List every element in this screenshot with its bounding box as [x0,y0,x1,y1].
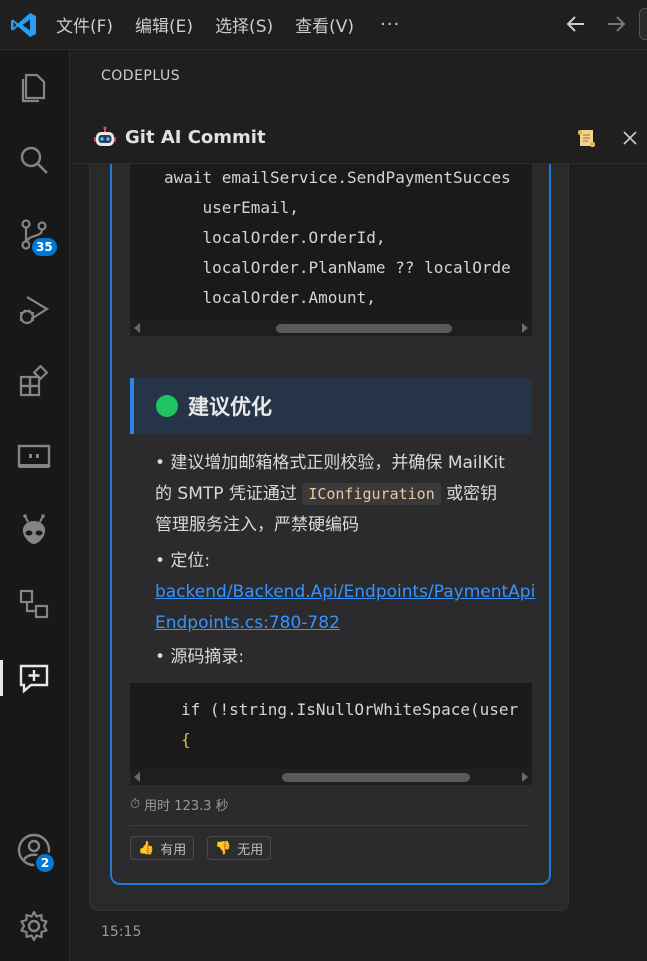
back-arrow-icon[interactable] [562,10,590,38]
scroll-left-arrow-icon[interactable] [134,772,140,782]
section-title: 建议优化 [188,395,272,419]
search-icon[interactable] [12,138,56,182]
remote-explorer-icon[interactable] [12,434,56,478]
panel-header-title: Git AI Commit [125,127,266,148]
code-line: userEmail, [164,198,299,217]
code-line: localOrder.Amount, [164,288,376,307]
suggestion-text-part: 的 SMTP 凭证通过 [155,484,303,504]
code-line: { [181,730,191,749]
location-link[interactable]: Endpoints.cs:780-782 [155,608,535,639]
code-block-excerpt: if (!string.IsNullOrWhiteSpace(user { [130,683,532,785]
menu-file[interactable]: 文件(F) [56,12,113,37]
command-center-edge[interactable] [639,8,647,40]
diagram-icon[interactable] [12,582,56,626]
code-block-payment: await emailService.SendPaymentSucces use… [130,164,532,336]
thumbs-down-icon: 👎 [215,840,232,856]
menu-edit[interactable]: 编辑(E) [135,12,193,37]
horizontal-scrollbar[interactable] [130,320,532,336]
explorer-icon[interactable] [12,64,56,108]
message-container: await emailService.SendPaymentSucces use… [89,164,569,911]
useless-button[interactable]: 👎 无用 [207,836,272,860]
code-line: localOrder.OrderId, [164,228,386,247]
settings-gear-icon[interactable] [12,904,56,948]
message-timestamp: 15:15 [101,924,142,940]
forward-arrow-icon[interactable] [602,10,630,38]
robot-icon [93,126,117,150]
suggestion-section-header: 建议优化 [130,378,532,434]
title-bar: 文件(F) 编辑(E) 选择(S) 查看(V) ··· [0,0,647,50]
scroll-left-arrow-icon[interactable] [134,323,140,333]
scrollbar-thumb[interactable] [276,324,452,333]
code-line: await emailService.SendPaymentSucces [164,168,511,187]
timing-text: 用时 123.3 秒 [144,799,229,814]
useful-button[interactable]: 👍 有用 [130,836,195,860]
suggestion-line: 管理服务注入，严禁硬编码 [155,515,359,535]
suggestion-line: 的 SMTP 凭证通过 IConfiguration 或密钥 [155,479,535,510]
code-line: localOrder.PlanName ?? localOrde [164,258,511,277]
suggestion-text: • 建议增加邮箱格式正则校验，并确保 MailKit 的 SMTP 凭证通过 I… [155,448,535,541]
close-icon[interactable] [619,127,641,149]
location-block: • 定位: backend/Backend.Api/Endpoints/Paym… [155,546,535,639]
scrollbar-thumb[interactable] [282,773,470,782]
scroll-right-arrow-icon[interactable] [522,323,528,333]
divider [130,825,528,826]
suggestion-line: • 建议增加邮箱格式正则校验，并确保 MailKit [155,453,505,473]
source-excerpt-label: • 源码摘录: [155,647,245,667]
useless-label: 无用 [237,842,264,858]
menu-selection[interactable]: 选择(S) [215,12,273,37]
green-circle-icon [156,395,178,417]
chat-plus-icon[interactable] [0,656,56,700]
menu-view[interactable]: 查看(V) [295,12,354,37]
panel-header: Git AI Commit [71,112,647,164]
run-debug-icon[interactable] [12,288,56,332]
response-timing: ⏱ 用时 123.3 秒 [130,795,229,814]
menu-more-icon[interactable]: ··· [380,14,400,35]
message-card: await emailService.SendPaymentSucces use… [110,164,551,885]
horizontal-scrollbar[interactable] [130,769,532,785]
activity-bar: 35 2 [0,50,70,961]
inline-code: IConfiguration [302,483,441,505]
thumbs-up-icon: 👍 [138,840,155,856]
codeplus-panel: CODEPLUS Git AI Commit await emailServic… [71,50,647,961]
code-line: if (!string.IsNullOrWhiteSpace(user [181,700,519,719]
useful-label: 有用 [160,842,187,858]
history-scroll-icon[interactable] [575,127,597,149]
panel-title: CODEPLUS [101,68,181,84]
scroll-right-arrow-icon[interactable] [522,772,528,782]
source-control-badge: 35 [30,236,59,258]
stopwatch-icon: ⏱ [130,797,141,812]
extensions-icon[interactable] [12,360,56,404]
location-label: • 定位: [155,551,211,571]
suggestion-text-part: 或密钥 [440,484,498,504]
account-badge: 2 [34,852,56,874]
alien-icon[interactable] [12,508,56,552]
location-link[interactable]: backend/Backend.Api/Endpoints/PaymentApi [155,577,535,608]
vscode-logo-icon [6,7,42,43]
